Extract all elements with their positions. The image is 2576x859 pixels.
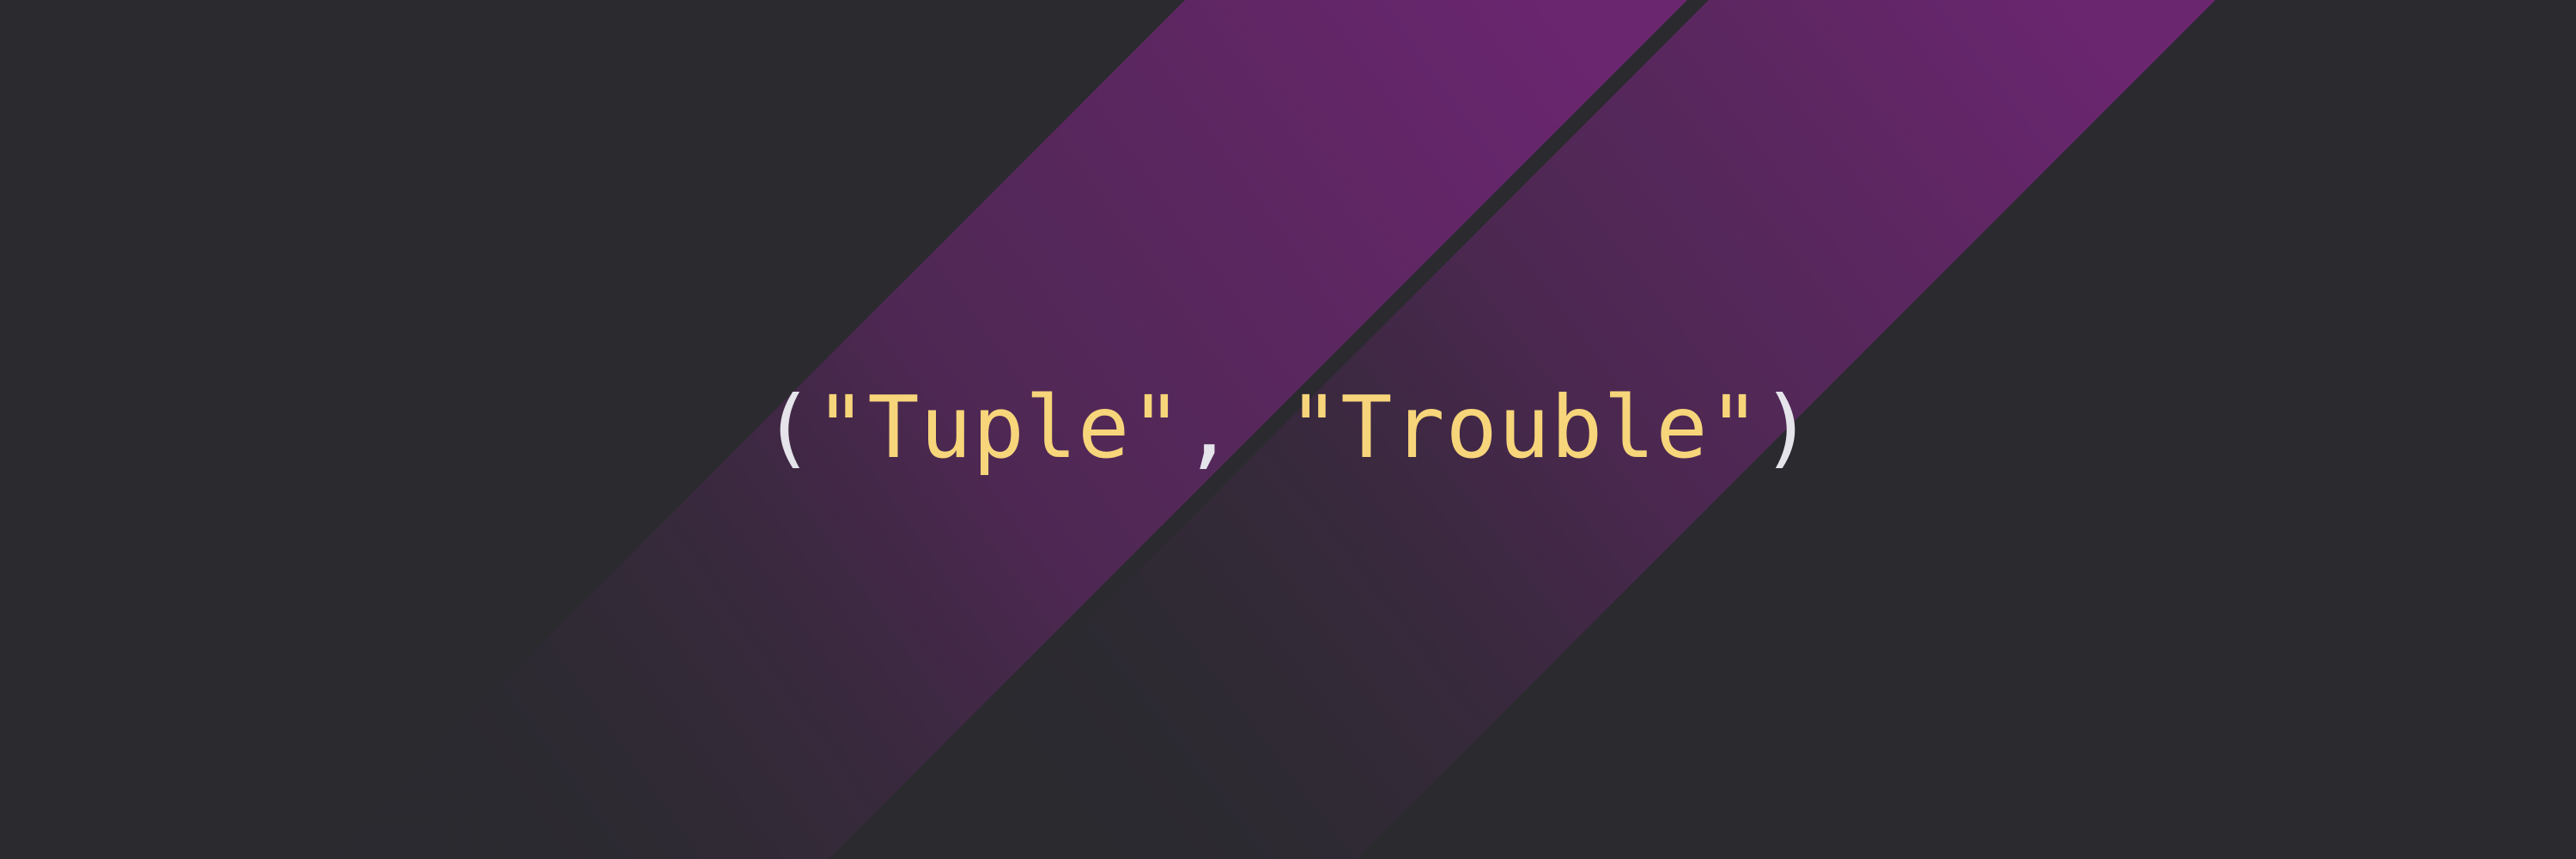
close-paren: ) — [1760, 377, 1814, 478]
string-literal-tuple: "Tuple" — [815, 377, 1183, 478]
code-tuple-expression: ("Tuple", "Trouble") — [0, 381, 2576, 475]
banner: ("Tuple", "Trouble") — [0, 0, 2576, 859]
string-literal-trouble: "Trouble" — [1288, 377, 1761, 478]
comma-separator: , — [1182, 377, 1288, 478]
open-paren: ( — [762, 377, 816, 478]
